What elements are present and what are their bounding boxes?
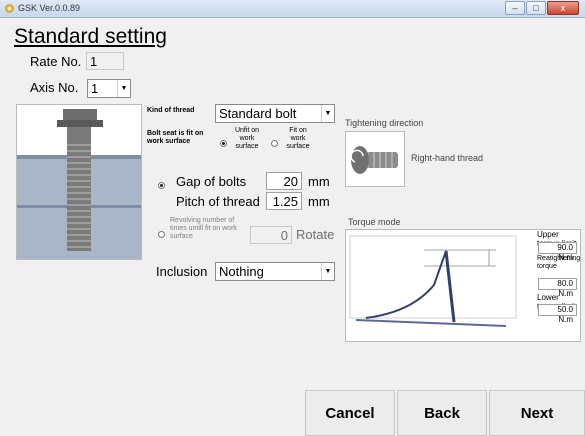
screw-rotation-icon xyxy=(345,131,405,187)
page-title: Standard setting xyxy=(14,25,167,48)
cancel-button[interactable]: Cancel xyxy=(305,390,395,436)
inclusion-value: Nothing xyxy=(219,264,264,279)
rate-field: 1 xyxy=(86,52,124,70)
gap-mode-radio[interactable] xyxy=(158,182,165,189)
maximize-button[interactable]: □ xyxy=(526,1,546,15)
gap-field[interactable]: 20 xyxy=(266,172,302,190)
bolt-seat-label: Bolt seat is fit on work surface xyxy=(147,130,204,145)
lower-torque-field[interactable]: 50.0 N.m xyxy=(538,304,577,324)
thread-label: Kind of thread xyxy=(147,107,195,114)
bolt-image xyxy=(16,104,142,260)
axis-label: Axis No. xyxy=(30,80,79,95)
torque-mode-label: Torque mode xyxy=(348,217,401,227)
inclusion-dropdown[interactable]: Nothing ▼ xyxy=(215,262,335,281)
gap-unit: mm xyxy=(308,174,330,189)
revolving-field: 0 xyxy=(250,226,292,244)
upper-torque-field[interactable]: 90.0 N.m xyxy=(538,242,577,262)
tightening-value: Right-hand thread xyxy=(411,153,484,163)
retighten-torque-label: Reatightening torque xyxy=(537,255,581,270)
main-window: GSK Ver.0.0.89 – □ x Standard setting Ra… xyxy=(0,0,585,436)
pitch-label: Pitch of thread xyxy=(176,194,260,209)
lower-torque-unit: N.m xyxy=(558,315,573,324)
app-icon xyxy=(5,4,14,13)
pitch-field[interactable]: 1.25 xyxy=(266,192,302,210)
torque-mode-panel: Upper torque limit 90.0 N.m Reatightenin… xyxy=(345,229,581,342)
title-bar: GSK Ver.0.0.89 – □ x xyxy=(0,0,585,18)
close-button[interactable]: x xyxy=(547,1,579,15)
retighten-torque-value: 80.0 xyxy=(557,279,573,288)
window-title: GSK Ver.0.0.89 xyxy=(18,3,81,13)
revolving-label: Revolving number of times untill fit on … xyxy=(170,217,237,240)
upper-torque-value: 90.0 xyxy=(557,243,573,252)
next-button[interactable]: Next xyxy=(489,390,585,436)
axis-value: 1 xyxy=(91,81,99,96)
inclusion-label: Inclusion xyxy=(156,264,208,279)
chevron-down-icon: ▼ xyxy=(321,105,334,122)
chevron-down-icon: ▼ xyxy=(321,263,334,280)
lower-torque-value: 50.0 xyxy=(557,305,573,314)
pitch-unit: mm xyxy=(308,194,330,209)
thread-dropdown[interactable]: Standard bolt ▼ xyxy=(215,104,335,123)
retighten-torque-field[interactable]: 80.0 N.m xyxy=(538,278,577,298)
minimize-button[interactable]: – xyxy=(505,1,525,15)
chevron-down-icon: ▼ xyxy=(117,80,130,97)
back-button[interactable]: Back xyxy=(397,390,487,436)
axis-dropdown[interactable]: 1 ▼ xyxy=(87,79,131,98)
revolving-mode-radio[interactable] xyxy=(158,231,165,238)
revolving-unit: Rotate xyxy=(296,227,335,242)
thread-value: Standard bolt xyxy=(219,106,297,121)
fit-radio[interactable] xyxy=(271,140,278,147)
rate-label: Rate No. xyxy=(30,54,82,69)
unfit-radio[interactable] xyxy=(220,140,227,147)
tightening-label: Tightening direction xyxy=(345,118,424,128)
gap-label: Gap of bolts xyxy=(176,174,247,189)
unfit-option-label: Unfit on work surface xyxy=(234,127,260,150)
fit-option-label: Fit on work surface xyxy=(286,127,310,150)
